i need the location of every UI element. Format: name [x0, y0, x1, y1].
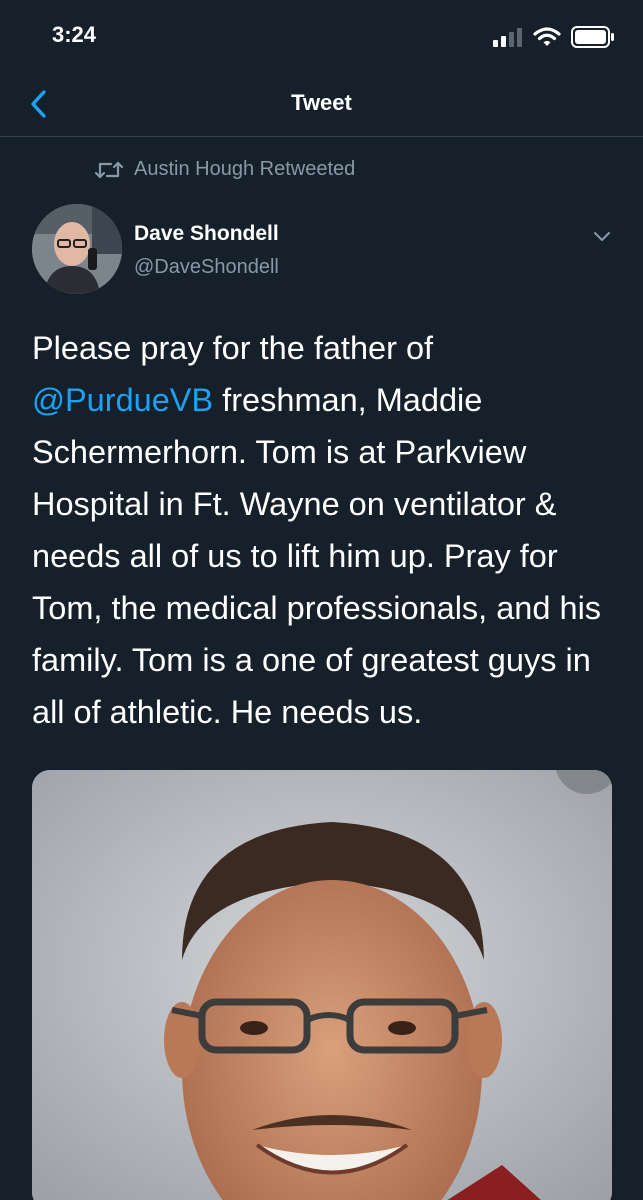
page-title: Tweet [291, 90, 352, 115]
cellular-signal-icon [493, 28, 522, 47]
mention-link[interactable]: @PurdueVB [32, 382, 213, 418]
tweet-detail-screen: 3:24 Tweet Austin Hough Retweeted Dave S… [0, 0, 643, 1200]
avatar[interactable] [32, 204, 122, 294]
retweet-context[interactable]: Austin Hough Retweeted [94, 158, 355, 181]
tweet-text-body: freshman, Maddie Schermerhorn. Tom is at… [32, 382, 602, 730]
tweet-media-image[interactable] [32, 770, 612, 1200]
retweet-icon [94, 161, 124, 178]
wifi-icon [533, 27, 561, 46]
tweet-author: Dave Shondell @DaveShondell [32, 204, 622, 300]
battery-icon [571, 26, 614, 48]
tweet-options-button[interactable] [590, 224, 614, 248]
media-photo [32, 770, 612, 1200]
status-time: 3:24 [52, 22, 97, 47]
author-name[interactable]: Dave Shondell [134, 222, 279, 246]
chevron-down-icon [594, 232, 610, 241]
navigation-bar: Tweet [0, 76, 643, 137]
author-handle[interactable]: @DaveShondell [134, 256, 279, 279]
status-bar: 3:24 [0, 0, 643, 76]
status-icons [493, 26, 615, 48]
retweet-context-label: Austin Hough Retweeted [134, 158, 356, 180]
tweet-text: Please pray for the father of @PurdueVB … [32, 322, 612, 738]
tweet-text-intro: Please pray for the father of [32, 330, 434, 366]
avatar-photo [32, 204, 122, 294]
